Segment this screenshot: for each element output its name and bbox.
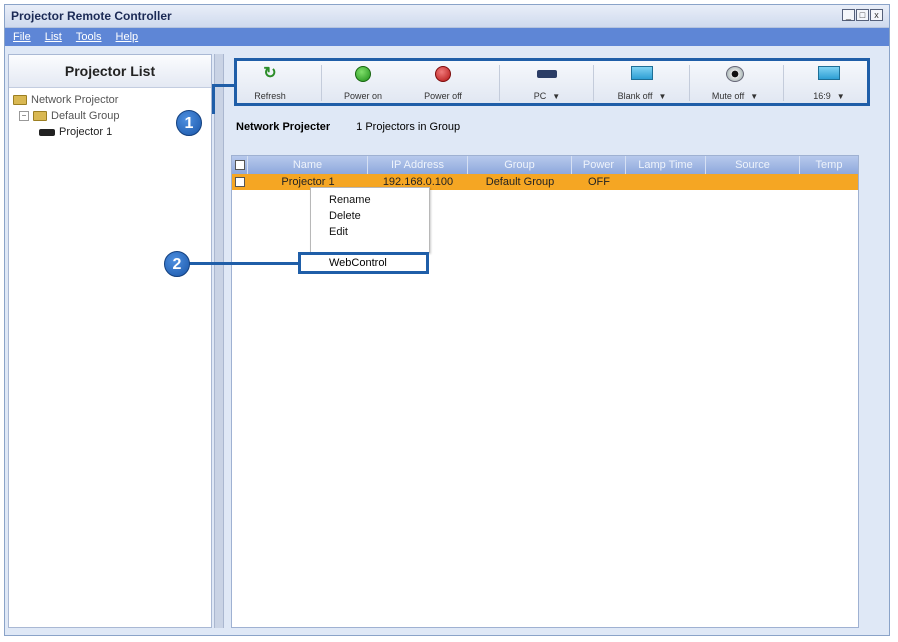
mute-icon [726, 66, 744, 82]
cell-source [706, 174, 800, 190]
column-name[interactable]: Name [248, 156, 368, 174]
pc-icon [537, 70, 557, 78]
chevron-down-icon: ▼ [658, 92, 667, 101]
table-header: Name IP Address Group Power Lamp Time So… [232, 156, 858, 174]
callout-line [214, 84, 236, 87]
column-source[interactable]: Source [706, 156, 800, 174]
menu-item-edit[interactable]: Edit [311, 224, 429, 240]
tree-label: Default Group [51, 110, 120, 122]
mute-label: Mute off [711, 91, 745, 101]
title-bar: Projector Remote Controller _ □ x [5, 5, 889, 28]
cell-temp [800, 174, 858, 190]
window-title: Projector Remote Controller [11, 9, 172, 23]
mute-dropdown[interactable]: Mute off ▼ [699, 63, 771, 103]
chevron-down-icon: ▼ [552, 92, 561, 101]
minimize-button[interactable]: _ [842, 9, 855, 21]
expand-icon[interactable]: − [19, 111, 29, 121]
column-power[interactable]: Power [572, 156, 626, 174]
toolbar-separator [689, 65, 690, 101]
column-lamp-time[interactable]: Lamp Time [626, 156, 706, 174]
power-off-icon [435, 66, 451, 82]
toolbar-separator [783, 65, 784, 101]
toolbar-separator [321, 65, 322, 101]
cell-power: OFF [588, 176, 610, 188]
checkbox[interactable] [235, 177, 245, 187]
chevron-down-icon: ▼ [836, 92, 845, 101]
toolbar: ↻ Refresh Power on Power off PC ▼ Blank o… [234, 58, 870, 106]
menu-file[interactable]: File [13, 31, 31, 43]
column-temp[interactable]: Temp [800, 156, 858, 174]
select-all-checkbox[interactable] [232, 156, 248, 174]
callout-line [212, 84, 215, 114]
projector-icon [39, 128, 55, 136]
blank-screen-icon [631, 66, 653, 80]
power-off-button[interactable]: Power off [413, 63, 473, 103]
menu-bar: File List Tools Help [5, 28, 889, 46]
menu-list[interactable]: List [45, 31, 62, 43]
refresh-button[interactable]: ↻ Refresh [241, 63, 299, 103]
aspect-ratio-icon [818, 66, 840, 80]
group-count: 1 Projectors in Group [356, 121, 461, 133]
close-button[interactable]: x [870, 9, 883, 21]
source-dropdown[interactable]: PC ▼ [517, 63, 577, 103]
callout-badge-1: 1 [176, 110, 202, 136]
context-menu: Rename Delete Edit [310, 187, 430, 253]
cell-group: Default Group [485, 176, 555, 188]
tree-label: Projector 1 [59, 126, 113, 138]
group-info: Network Projecter 1 Projectors in Group [236, 121, 460, 133]
menu-item-delete[interactable]: Delete [311, 208, 429, 224]
menu-help[interactable]: Help [116, 31, 139, 43]
folder-icon [33, 111, 47, 121]
tree-item-network-projector[interactable]: Network Projector [13, 92, 207, 108]
tree-label: Network Projector [31, 94, 119, 106]
checkbox[interactable] [234, 160, 245, 170]
power-on-icon [355, 66, 371, 82]
blank-label: Blank off [617, 91, 653, 101]
row-checkbox[interactable] [232, 174, 248, 190]
column-group[interactable]: Group [468, 156, 572, 174]
callout-badge-2: 2 [164, 251, 190, 277]
projector-list-panel: Projector List Network Projector − Defau… [8, 54, 212, 628]
toolbar-separator [593, 65, 594, 101]
power-on-button[interactable]: Power on [333, 63, 393, 103]
blank-dropdown[interactable]: Blank off ▼ [607, 63, 677, 103]
window-controls: _ □ x [842, 9, 883, 21]
projector-list-header: Projector List [9, 55, 211, 88]
menu-item-rename[interactable]: Rename [311, 192, 429, 208]
chevron-down-icon: ▼ [750, 92, 759, 101]
cell-lamp [626, 174, 706, 190]
column-ip-address[interactable]: IP Address [368, 156, 468, 174]
callout-line [186, 262, 300, 265]
menu-tools[interactable]: Tools [76, 31, 102, 43]
refresh-icon: ↻ [263, 65, 277, 82]
panel-splitter[interactable] [214, 54, 224, 628]
maximize-button[interactable]: □ [856, 9, 869, 21]
toolbar-separator [499, 65, 500, 101]
folder-icon [13, 95, 27, 105]
aspect-label: 16:9 [813, 91, 831, 101]
group-title: Network Projecter [236, 121, 331, 133]
menu-item-webcontrol[interactable]: WebControl [298, 252, 429, 274]
aspect-ratio-dropdown[interactable]: 16:9 ▼ [799, 63, 859, 103]
source-label: PC [533, 91, 547, 101]
